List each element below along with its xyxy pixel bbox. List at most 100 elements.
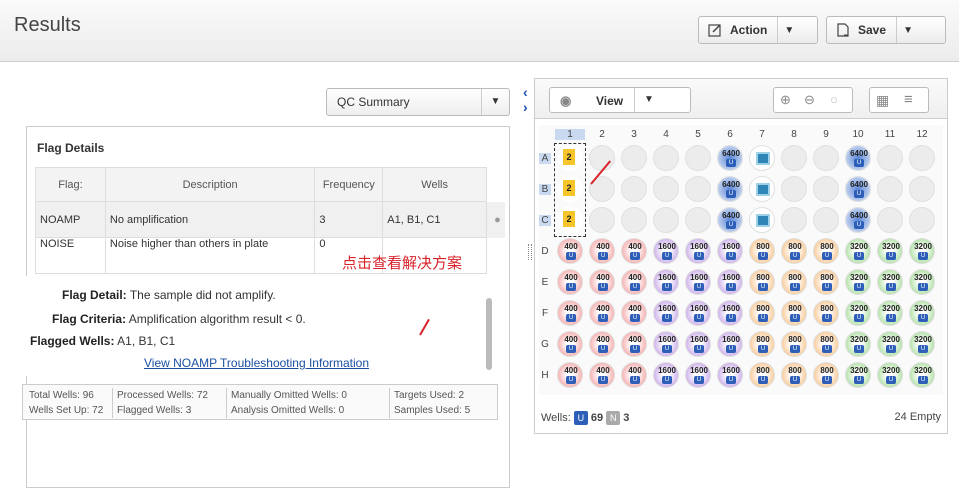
view-button[interactable]: ◉ View ▼ xyxy=(549,87,691,113)
well-E11[interactable]: 3200 U xyxy=(877,269,903,295)
well-F7[interactable]: 800 U xyxy=(749,300,775,326)
well-G2[interactable]: 400 U xyxy=(589,331,615,357)
well-F5[interactable]: 1600 U xyxy=(685,300,711,326)
well-B12[interactable] xyxy=(909,176,935,202)
well-D8[interactable]: 800 U xyxy=(781,238,807,264)
well-H5[interactable]: 1600 U xyxy=(685,362,711,388)
well-H12[interactable]: 3200 U xyxy=(909,362,935,388)
plate-grid[interactable]: 1 2 3 4 5 6 7 8 9 10 11 12 A 2 6400 U 6400 U B 2 6400 U 6400 U C… xyxy=(539,125,943,395)
column-header-4[interactable]: 4 xyxy=(651,129,681,140)
row-header-G[interactable]: G xyxy=(539,339,551,350)
well-D6[interactable]: 1600 U xyxy=(717,238,743,264)
zoom-out-icon[interactable]: ⊖ xyxy=(804,92,815,108)
row-header-F[interactable]: F xyxy=(539,308,551,319)
well-A4[interactable] xyxy=(653,145,679,171)
grid-view-icon[interactable]: ▦ xyxy=(876,92,889,109)
well-G3[interactable]: 400 U xyxy=(621,331,647,357)
well-F8[interactable]: 800 U xyxy=(781,300,807,326)
panel-nav[interactable]: ‹ › xyxy=(523,85,528,115)
well-B9[interactable] xyxy=(813,176,839,202)
well-D10[interactable]: 3200 U xyxy=(845,238,871,264)
save-button[interactable]: Save ▼ xyxy=(826,16,946,44)
well-G8[interactable]: 800 U xyxy=(781,331,807,357)
well-C10[interactable]: 6400 U xyxy=(845,207,871,233)
well-A10[interactable]: 6400 U xyxy=(845,145,871,171)
well-A7[interactable] xyxy=(749,145,775,171)
well-A11[interactable] xyxy=(877,145,903,171)
col-header-flag[interactable]: Flag: xyxy=(35,167,106,202)
col-header-wells[interactable]: Wells xyxy=(382,167,487,202)
column-header-8[interactable]: 8 xyxy=(779,129,809,140)
well-H9[interactable]: 800 U xyxy=(813,362,839,388)
well-G9[interactable]: 800 U xyxy=(813,331,839,357)
col-header-frequency[interactable]: Frequency xyxy=(314,167,384,202)
well-G1[interactable]: 400 U xyxy=(557,331,583,357)
well-H10[interactable]: 3200 U xyxy=(845,362,871,388)
well-B4[interactable] xyxy=(653,176,679,202)
well-G11[interactable]: 3200 U xyxy=(877,331,903,357)
qc-summary-select[interactable]: QC Summary ▼ xyxy=(326,88,510,116)
action-button[interactable]: Action ▼ xyxy=(698,16,818,44)
well-F2[interactable]: 400 U xyxy=(589,300,615,326)
detail-scrollbar[interactable] xyxy=(486,298,492,370)
table-row[interactable]: NOAMP No amplification 3 A1, B1, C1 ● xyxy=(35,201,505,238)
well-D1[interactable]: 400 U xyxy=(557,238,583,264)
well-E3[interactable]: 400 U xyxy=(621,269,647,295)
column-header-11[interactable]: 11 xyxy=(875,129,905,140)
column-header-1[interactable]: 1 xyxy=(555,129,585,140)
well-G5[interactable]: 1600 U xyxy=(685,331,711,357)
reset-zoom-icon[interactable]: ○ xyxy=(830,92,838,107)
well-E4[interactable]: 1600 U xyxy=(653,269,679,295)
list-view-icon[interactable]: ≡ xyxy=(904,91,913,108)
well-C4[interactable] xyxy=(653,207,679,233)
well-C5[interactable] xyxy=(685,207,711,233)
well-B6[interactable]: 6400 U xyxy=(717,176,743,202)
column-header-2[interactable]: 2 xyxy=(587,129,617,140)
well-F12[interactable]: 3200 U xyxy=(909,300,935,326)
well-D3[interactable]: 400 U xyxy=(621,238,647,264)
well-H3[interactable]: 400 U xyxy=(621,362,647,388)
well-E1[interactable]: 400 U xyxy=(557,269,583,295)
well-F10[interactable]: 3200 U xyxy=(845,300,871,326)
column-header-7[interactable]: 7 xyxy=(747,129,777,140)
well-F6[interactable]: 1600 U xyxy=(717,300,743,326)
well-F9[interactable]: 800 U xyxy=(813,300,839,326)
well-B8[interactable] xyxy=(781,176,807,202)
well-B10[interactable]: 6400 U xyxy=(845,176,871,202)
well-C8[interactable] xyxy=(781,207,807,233)
row-header-E[interactable]: E xyxy=(539,277,551,288)
well-B3[interactable] xyxy=(621,176,647,202)
well-G4[interactable]: 1600 U xyxy=(653,331,679,357)
well-C11[interactable] xyxy=(877,207,903,233)
well-B11[interactable] xyxy=(877,176,903,202)
well-C7[interactable] xyxy=(749,207,775,233)
well-F1[interactable]: 400 U xyxy=(557,300,583,326)
well-D12[interactable]: 3200 U xyxy=(909,238,935,264)
well-G10[interactable]: 3200 U xyxy=(845,331,871,357)
row-header-D[interactable]: D xyxy=(539,246,551,257)
well-E10[interactable]: 3200 U xyxy=(845,269,871,295)
well-E6[interactable]: 1600 U xyxy=(717,269,743,295)
column-header-5[interactable]: 5 xyxy=(683,129,713,140)
troubleshooting-link[interactable]: View NOAMP Troubleshooting Information xyxy=(144,356,369,370)
well-H1[interactable]: 400 U xyxy=(557,362,583,388)
column-header-9[interactable]: 9 xyxy=(811,129,841,140)
well-D4[interactable]: 1600 U xyxy=(653,238,679,264)
column-header-6[interactable]: 6 xyxy=(715,129,745,140)
well-G7[interactable]: 800 U xyxy=(749,331,775,357)
well-E2[interactable]: 400 U xyxy=(589,269,615,295)
well-F11[interactable]: 3200 U xyxy=(877,300,903,326)
well-B7[interactable] xyxy=(749,176,775,202)
well-H4[interactable]: 1600 U xyxy=(653,362,679,388)
well-C12[interactable] xyxy=(909,207,935,233)
row-header-B[interactable]: B xyxy=(539,184,551,195)
row-header-H[interactable]: H xyxy=(539,370,551,381)
well-C3[interactable] xyxy=(621,207,647,233)
well-B5[interactable] xyxy=(685,176,711,202)
splitter-handle[interactable] xyxy=(528,244,532,260)
row-header-A[interactable]: A xyxy=(539,153,551,164)
well-H7[interactable]: 800 U xyxy=(749,362,775,388)
well-A2[interactable] xyxy=(589,145,615,171)
column-header-3[interactable]: 3 xyxy=(619,129,649,140)
well-H2[interactable]: 400 U xyxy=(589,362,615,388)
